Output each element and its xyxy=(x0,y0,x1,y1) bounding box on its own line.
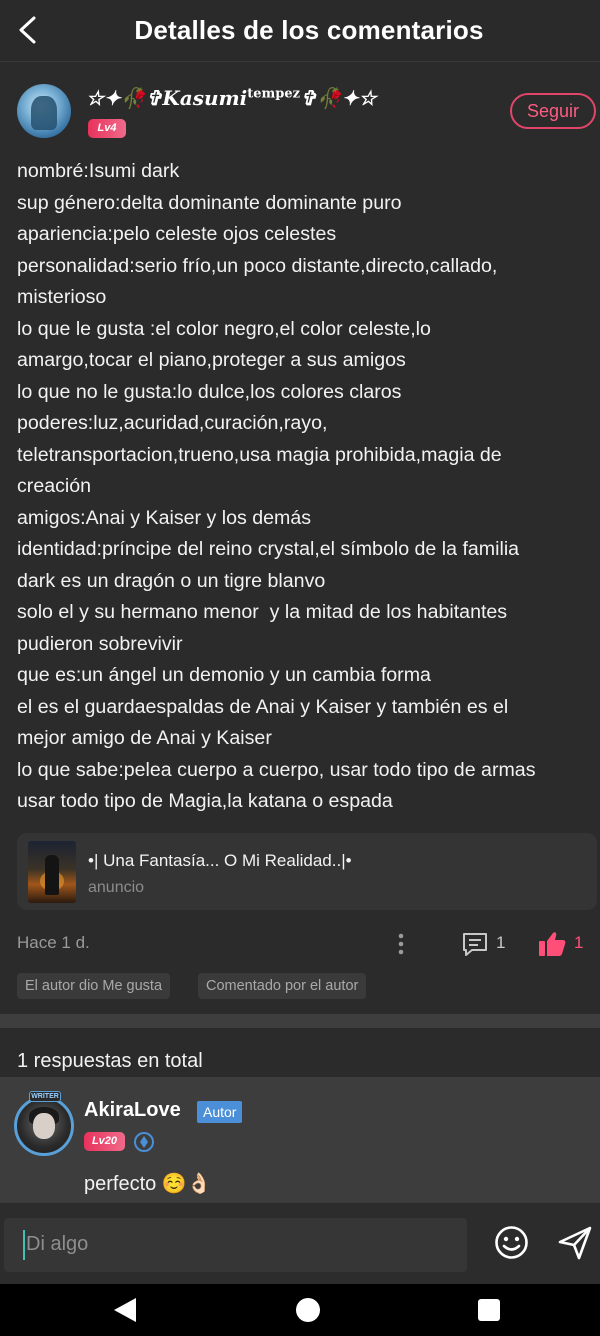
linked-post-thumbnail xyxy=(28,841,76,903)
reply-item[interactable]: WRITER AkiraLove Autor Lv20 perfecto ☺️👌… xyxy=(0,1077,600,1202)
top-bar: Detalles de los comentarios xyxy=(0,0,600,62)
comment-timestamp: Hace 1 d. xyxy=(17,933,90,952)
section-divider xyxy=(0,1014,600,1028)
author-name-suffix: ✞🥀✦☆ xyxy=(300,86,377,110)
linked-post-title: •| Una Fantasía... O Mi Realidad..|• xyxy=(88,851,352,870)
linked-post-category: anuncio xyxy=(88,879,145,896)
system-nav-bar xyxy=(0,1284,600,1336)
reply-count: 1 xyxy=(496,933,506,952)
text-caret xyxy=(23,1230,25,1260)
reply-avatar[interactable]: WRITER xyxy=(14,1091,74,1156)
reply-level-badge: Lv20 xyxy=(84,1132,125,1151)
page-title: Detalles de los comentarios xyxy=(134,15,484,45)
author-name-text: ☆✦🥀✞Kasumi xyxy=(86,86,248,110)
author-name[interactable]: ☆✦🥀✞Kasumitempez✞🥀✦☆ xyxy=(86,86,376,110)
nav-home-icon[interactable] xyxy=(296,1298,320,1322)
author-commented-tag: Comentado por el autor xyxy=(198,973,367,999)
total-replies-label: 1 respuestas en total xyxy=(17,1050,203,1072)
comment-reply-icon[interactable] xyxy=(460,931,490,957)
author-name-sup: tempez xyxy=(247,86,301,102)
comment-input[interactable]: Di algo xyxy=(4,1218,467,1272)
verified-icon xyxy=(134,1132,154,1152)
follow-button[interactable]: Seguir xyxy=(510,93,596,129)
more-options-icon[interactable] xyxy=(394,931,408,957)
author-avatar[interactable] xyxy=(17,84,71,138)
nav-recents-icon[interactable] xyxy=(478,1299,500,1321)
comment-composer: Di algo xyxy=(0,1202,600,1284)
writer-frame-label: WRITER xyxy=(29,1091,61,1102)
thumbs-up-icon[interactable] xyxy=(537,930,567,958)
linked-post-card[interactable]: •| Una Fantasía... O Mi Realidad..|• anu… xyxy=(17,833,597,910)
nav-back-icon[interactable] xyxy=(112,1296,138,1324)
emoji-icon[interactable] xyxy=(494,1225,529,1260)
post-author-row: ☆✦🥀✞Kasumitempez✞🥀✦☆ Lv4 Seguir xyxy=(0,80,600,144)
comment-body: nombré:Isumi dark sup género:delta domin… xyxy=(17,160,536,812)
reply-text: perfecto ☺️👌🏻 xyxy=(84,1173,212,1195)
author-badge: Autor xyxy=(197,1101,243,1123)
like-count: 1 xyxy=(574,933,584,952)
comment-meta-row: Hace 1 d. 1 1 xyxy=(0,928,600,960)
author-level-badge: Lv4 xyxy=(88,119,126,138)
comment-input-placeholder: Di algo xyxy=(26,1233,89,1255)
reply-username[interactable]: AkiraLove xyxy=(84,1099,181,1122)
author-liked-tag: El autor dio Me gusta xyxy=(17,973,171,999)
send-icon[interactable] xyxy=(557,1225,593,1261)
